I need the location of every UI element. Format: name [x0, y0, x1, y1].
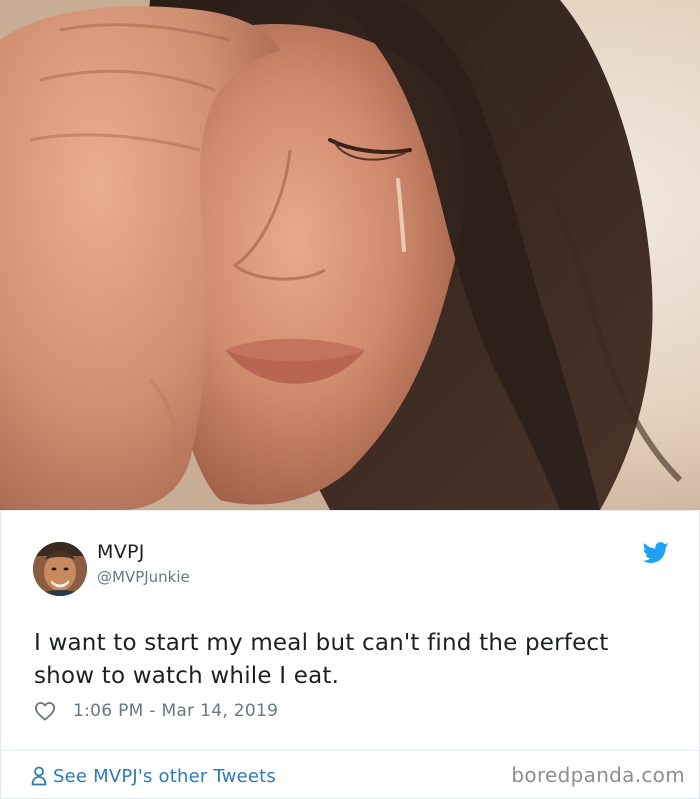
- twitter-bird-icon[interactable]: [642, 542, 669, 564]
- crying-woman-photo: [0, 0, 700, 510]
- boredpanda-watermark: boredpanda.com: [511, 763, 685, 787]
- display-name[interactable]: MVPJ: [97, 541, 145, 563]
- user-handle[interactable]: @MVPJunkie: [97, 568, 190, 586]
- heart-outline-icon[interactable]: [34, 701, 56, 721]
- tweet-card: MVPJ @MVPJunkie I want to start my meal …: [0, 510, 700, 799]
- tweet-timestamp[interactable]: 1:06 PM - Mar 14, 2019: [73, 701, 278, 721]
- avatar-image: [33, 542, 87, 596]
- divider: [1, 750, 699, 751]
- person-outline-icon: [31, 766, 47, 786]
- tweet-photo[interactable]: [0, 0, 700, 510]
- tweet-meta[interactable]: 1:06 PM - Mar 14, 2019: [34, 699, 278, 723]
- tweet-text: I want to start my meal but can't find t…: [34, 630, 609, 689]
- avatar[interactable]: [33, 542, 87, 596]
- tweet-embed-screenshot: MVPJ @MVPJunkie I want to start my meal …: [0, 0, 700, 799]
- see-other-tweets-link[interactable]: See MVPJ's other Tweets: [31, 763, 276, 789]
- see-other-tweets-label[interactable]: See MVPJ's other Tweets: [53, 766, 276, 787]
